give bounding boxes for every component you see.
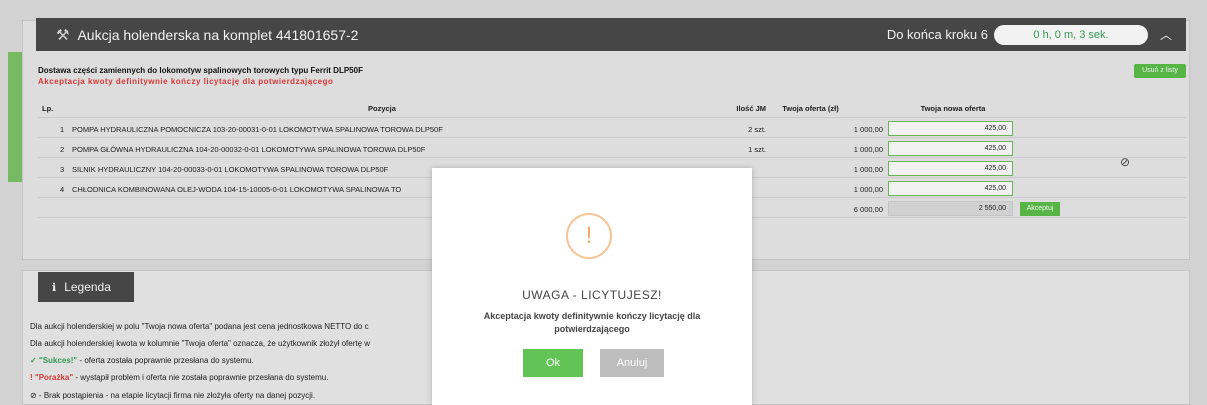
warning-icon: ! — [566, 213, 612, 259]
warning-modal: ! UWAGA - LICYTUJESZ! Akceptacja kwoty d… — [432, 168, 752, 405]
modal-body: Akceptacja kwoty definitywnie kończy lic… — [483, 311, 701, 334]
modal-title: UWAGA - LICYTUJESZ! — [522, 288, 662, 302]
cancel-button[interactable]: Anuluj — [600, 349, 664, 377]
ok-button[interactable]: Ok — [523, 349, 583, 377]
